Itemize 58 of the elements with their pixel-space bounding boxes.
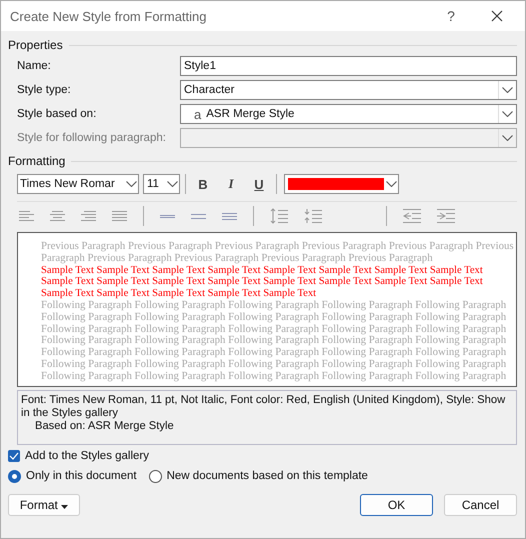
preview-text: Following Paragraph Following Paragraph Following Paragraph Following Paragraph Following Paragraph xyxy=(41,300,506,312)
dropdown[interactable]: a ASR Merge Style xyxy=(180,104,517,124)
align-icon[interactable] xyxy=(81,210,96,222)
align-icon[interactable] xyxy=(50,210,65,222)
bold-button[interactable]: B xyxy=(191,176,215,192)
preview-text: Following Paragraph Following Paragraph Following Paragraph Following Paragraph Following Paragraph xyxy=(41,335,506,348)
based-on-text: Based on: ASR Merge Style xyxy=(34,420,175,433)
radio-button[interactable] xyxy=(148,470,162,482)
window-title: Create New Style from Formatting xyxy=(10,8,208,24)
underline-button[interactable]: U xyxy=(247,176,271,192)
section-heading: Properties xyxy=(8,38,63,52)
preview-text: Following Paragraph Following Paragraph Following Paragraph Following Paragraph Following Paragraph xyxy=(41,312,506,324)
chevron-icon xyxy=(502,87,513,93)
radio-label[interactable]: Only in this document xyxy=(26,470,137,482)
preview-text: Following Paragraph Following Paragraph Following Paragraph Following Paragraph Following Paragraph xyxy=(41,347,506,359)
help-button[interactable]: ? xyxy=(436,8,466,24)
sample-text: Sample Text Sample Text Sample Text Sample Text Sample Text xyxy=(41,288,316,300)
chevron-icon xyxy=(502,135,513,141)
chevron-icon xyxy=(166,181,178,187)
preview-text: Previous Paragraph Previous Paragraph Previous Paragraph Previous Paragraph Previous Paragraph Previous xyxy=(41,241,514,253)
field-label: Style based on: xyxy=(17,108,98,120)
preview-text: Following Paragraph Following Paragraph Following Paragraph Following Paragraph Following Paragraph xyxy=(41,324,506,336)
chevron-icon xyxy=(502,111,513,117)
field-label: Style type: xyxy=(17,84,72,96)
font-color-dropdown[interactable] xyxy=(284,174,399,194)
cancel-button[interactable]: Cancel xyxy=(444,494,517,516)
spacing-after-icon[interactable] xyxy=(304,208,322,224)
chevron-icon xyxy=(386,181,396,187)
format-button[interactable]: Format xyxy=(8,494,80,516)
font-dropdown[interactable]: Times New Romar xyxy=(17,174,139,194)
preview-text: Following Paragraph Following Paragraph Following Paragraph Following Paragraph Following Paragraph xyxy=(41,370,506,383)
ok-button[interactable]: OK xyxy=(360,494,433,516)
chevron-icon xyxy=(126,181,136,187)
align-icon[interactable] xyxy=(19,210,34,222)
field-label: Style for following paragraph: xyxy=(17,132,167,144)
radio-label[interactable]: New documents based on this template xyxy=(166,470,368,482)
increase-indent-icon[interactable] xyxy=(437,209,455,223)
checkbox-label[interactable]: Add to the Styles gallery xyxy=(25,450,150,462)
field-label: Name: xyxy=(17,60,52,72)
sample-text: Sample Text Sample Text Sample Text Sample Text Sample Text Sample Text Sample Text Sample Text xyxy=(41,276,483,288)
decrease-indent-icon[interactable] xyxy=(403,209,421,223)
section-heading: Formatting xyxy=(8,154,66,168)
italic-button[interactable]: I xyxy=(219,176,243,192)
description-text: Font: Times New Roman, 11 pt, Not Italic, Font color: Red, English (United Kingdom), Style: Show in the Styles gallery xyxy=(21,394,506,420)
dropdown[interactable] xyxy=(180,128,517,148)
dropdown[interactable]: Character xyxy=(180,80,517,100)
spacing-before-icon[interactable] xyxy=(270,208,288,224)
name-field[interactable]: Style1 xyxy=(180,56,517,76)
preview-text: Following Paragraph Following Paragraph Following Paragraph Following Paragraph Following Paragraph xyxy=(41,358,506,371)
close-icon[interactable] xyxy=(491,10,503,22)
radio-button[interactable] xyxy=(8,470,21,482)
preview-text: Paragraph Previous Paragraph Previous Paragraph Previous Paragraph Previous Paragraph xyxy=(41,252,433,265)
align-icon[interactable] xyxy=(112,210,127,222)
sample-text: Sample Text Sample Text Sample Text Sample Text Sample Text Sample Text Sample Text Sample Text xyxy=(41,264,483,276)
size-dropdown[interactable]: 11 xyxy=(143,174,180,194)
line-spacing-icon[interactable] xyxy=(222,210,237,222)
checkbox[interactable] xyxy=(8,450,20,462)
caret-icon xyxy=(61,505,68,509)
